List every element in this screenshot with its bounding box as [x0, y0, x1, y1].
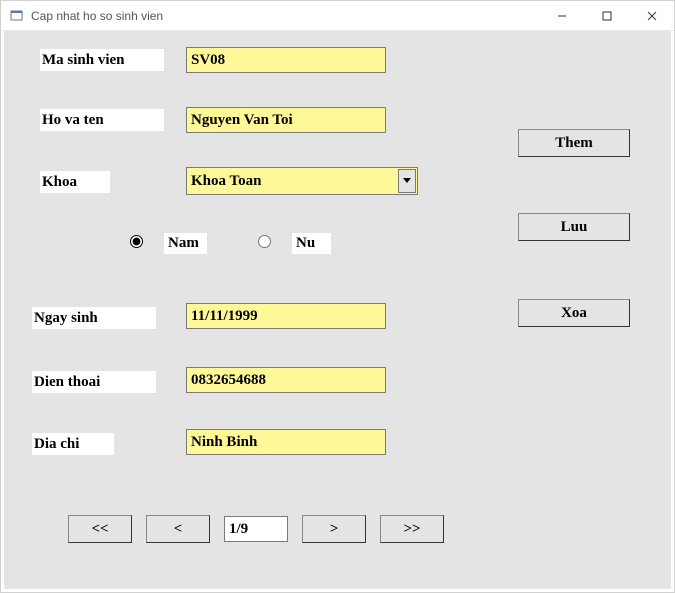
- input-dien-thoai[interactable]: [186, 367, 386, 393]
- radio-nam-wrap[interactable]: [130, 235, 143, 248]
- input-ma-sv[interactable]: [186, 47, 386, 73]
- button-last[interactable]: >>: [380, 515, 444, 543]
- input-ho-ten[interactable]: [186, 107, 386, 133]
- form-area: Ma sinh vien Ho va ten Khoa: [4, 31, 671, 589]
- button-luu[interactable]: Luu: [518, 213, 630, 241]
- label-ho-ten: Ho va ten: [40, 109, 164, 131]
- combo-khoa[interactable]: [186, 167, 418, 195]
- input-dia-chi[interactable]: [186, 429, 386, 455]
- label-ngay-sinh: Ngay sinh: [32, 307, 156, 329]
- label-nu: Nu: [292, 233, 331, 254]
- label-khoa: Khoa: [40, 171, 110, 193]
- window-controls: [539, 1, 674, 31]
- radio-nu[interactable]: [258, 235, 271, 248]
- label-nam: Nam: [164, 233, 207, 254]
- titlebar: Cap nhat ho so sinh vien: [1, 1, 674, 31]
- dropdown-icon[interactable]: [398, 169, 416, 193]
- app-icon: [9, 8, 25, 24]
- minimize-button[interactable]: [539, 1, 584, 31]
- button-xoa[interactable]: Xoa: [518, 299, 630, 327]
- input-ngay-sinh[interactable]: [186, 303, 386, 329]
- app-window: Cap nhat ho so sinh vien Ma sinh vien: [0, 0, 675, 593]
- button-them[interactable]: Them: [518, 129, 630, 157]
- maximize-button[interactable]: [584, 1, 629, 31]
- button-next[interactable]: >: [302, 515, 366, 543]
- radio-nu-wrap[interactable]: [258, 235, 271, 248]
- combo-khoa-text[interactable]: [186, 167, 418, 195]
- window-title: Cap nhat ho so sinh vien: [31, 9, 539, 23]
- close-button[interactable]: [629, 1, 674, 31]
- label-ma-sv: Ma sinh vien: [40, 49, 164, 71]
- nav-bar: << < > >>: [68, 515, 444, 543]
- nav-position[interactable]: [224, 516, 288, 542]
- radio-nam[interactable]: [130, 235, 143, 248]
- label-dia-chi: Dia chi: [32, 433, 114, 455]
- label-dien-thoai: Dien thoai: [32, 371, 156, 393]
- button-prev[interactable]: <: [146, 515, 210, 543]
- button-first[interactable]: <<: [68, 515, 132, 543]
